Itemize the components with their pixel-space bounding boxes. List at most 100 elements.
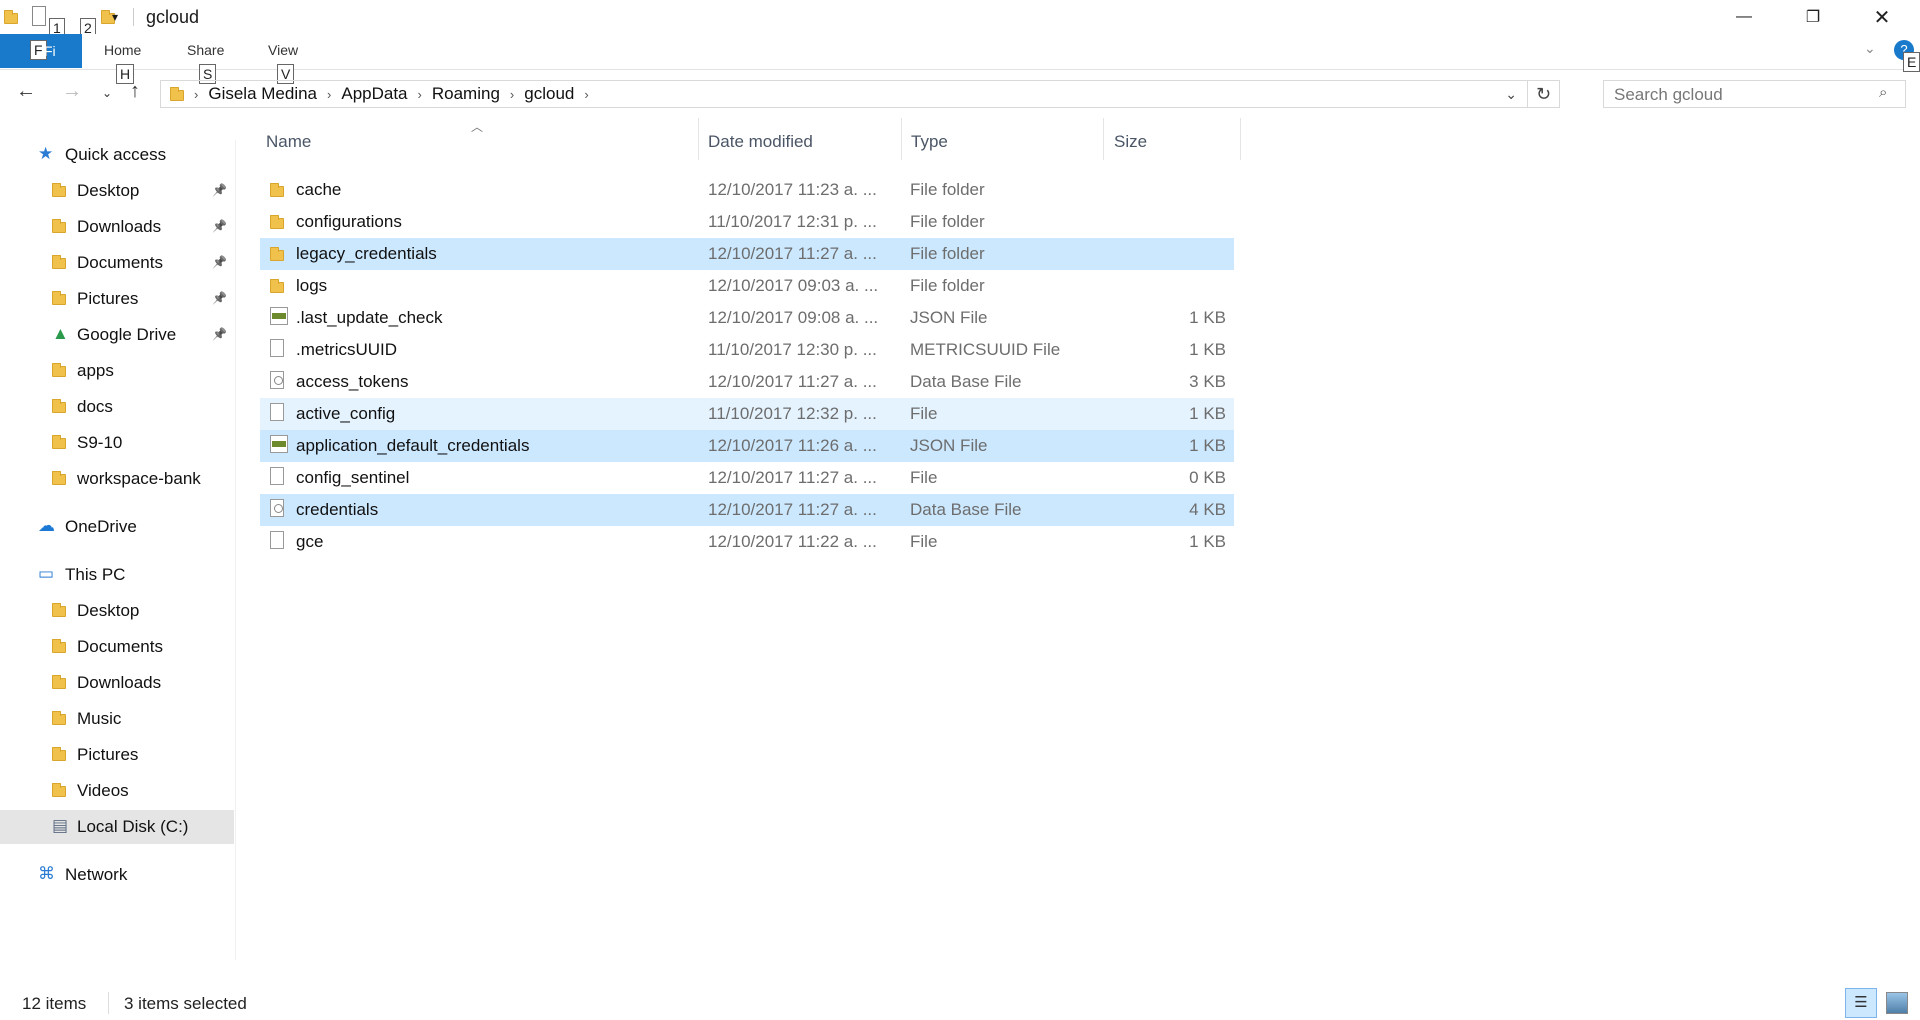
file-row[interactable]: credentials 12/10/2017 11:27 a. ... Data B… xyxy=(260,494,1234,526)
sidebar-item[interactable]: apps xyxy=(0,354,234,388)
column-divider[interactable] xyxy=(901,118,902,160)
tab-view[interactable]: View xyxy=(268,42,298,58)
column-divider[interactable] xyxy=(698,118,699,160)
file-type: File xyxy=(910,404,938,423)
sidebar-item[interactable]: ⌘ Network xyxy=(0,858,234,892)
search-icon[interactable]: ⌕ xyxy=(1879,84,1887,101)
sidebar-item[interactable]: Downloads xyxy=(0,666,234,700)
recent-locations-icon[interactable]: ⌄ xyxy=(102,86,112,100)
column-header-type[interactable]: Type xyxy=(911,132,948,152)
breadcrumb-roaming[interactable]: Roaming xyxy=(432,84,500,104)
file-row[interactable]: gce 12/10/2017 11:22 a. ... File 1 KB xyxy=(260,526,1234,558)
file-row[interactable]: application_default_credentials 12/10/201… xyxy=(260,430,1234,462)
back-arrow-icon[interactable]: ← xyxy=(16,80,36,103)
navigation-pane: ★ Quick access Desktop 📌 Downloads 📌 Documents… xyxy=(0,140,236,960)
sidebar-item-label: Downloads xyxy=(77,673,162,692)
sidebar-item[interactable]: Music xyxy=(0,702,234,736)
file-icon xyxy=(270,531,284,554)
file-type: Data Base File xyxy=(910,372,1022,391)
sidebar-item-label: apps xyxy=(77,361,114,380)
address-dropdown-icon[interactable]: ⌄ xyxy=(1505,86,1517,103)
status-bar: 12 items 3 items selected ☰ xyxy=(0,986,1920,1020)
forward-arrow-icon[interactable]: → xyxy=(62,80,82,103)
sidebar-item-label: Desktop xyxy=(77,601,140,620)
file-row[interactable]: .last_update_check 12/10/2017 09:08 a. ..… xyxy=(260,302,1234,334)
breadcrumb-gcloud[interactable]: gcloud xyxy=(524,84,574,104)
tab-home[interactable]: Home xyxy=(104,42,141,58)
sidebar-item-label: workspace-bank xyxy=(77,469,201,488)
breadcrumb-chevron-icon[interactable]: › xyxy=(327,87,331,102)
sidebar-item[interactable]: Desktop xyxy=(0,594,234,628)
sidebar-item[interactable]: ☁ OneDrive xyxy=(0,510,234,544)
status-divider xyxy=(108,992,109,1014)
close-button[interactable]: ✕ xyxy=(1853,0,1911,34)
sidebar-item[interactable]: ▲ Google Drive 📌 xyxy=(0,318,234,352)
sidebar-item[interactable]: Documents 📌 xyxy=(0,246,234,280)
drive-icon: ▤ xyxy=(52,816,69,835)
sidebar-item[interactable]: docs xyxy=(0,390,234,424)
file-row[interactable]: logs 12/10/2017 09:03 a. ... File folder xyxy=(260,270,1234,302)
item-count: 12 items xyxy=(22,994,87,1013)
file-type: File folder xyxy=(910,212,985,231)
search-input[interactable]: Search gcloud xyxy=(1603,80,1906,108)
file-row[interactable]: cache 12/10/2017 11:23 a. ... File folder xyxy=(260,174,1234,206)
pin-icon: 📌 xyxy=(212,291,227,305)
sidebar-item[interactable]: Videos xyxy=(0,774,234,808)
maximize-button[interactable]: ❐ xyxy=(1784,0,1842,34)
file-type: File folder xyxy=(910,180,985,199)
sidebar-item[interactable]: Documents xyxy=(0,630,234,664)
sidebar-item[interactable]: ▤ Local Disk (C:) xyxy=(0,810,234,844)
sidebar-item[interactable]: Desktop 📌 xyxy=(0,174,234,208)
column-header-size[interactable]: Size xyxy=(1114,132,1147,152)
file-row[interactable]: .metricsUUID 11/10/2017 12:30 p. ... METRI… xyxy=(260,334,1234,366)
file-date-modified: 12/10/2017 11:27 a. ... xyxy=(708,468,877,487)
breadcrumb-gisela-medina[interactable]: Gisela Medina xyxy=(208,84,317,104)
breadcrumb-appdata[interactable]: AppData xyxy=(341,84,407,104)
sidebar-item[interactable]: S9-10 xyxy=(0,426,234,460)
customize-qat-icon[interactable]: ▾ xyxy=(112,10,118,24)
sidebar-item[interactable]: Pictures 📌 xyxy=(0,282,234,316)
expand-ribbon-icon[interactable]: ⌄ xyxy=(1864,40,1876,57)
file-date-modified: 12/10/2017 11:27 a. ... xyxy=(708,500,877,519)
sidebar-item[interactable]: workspace-bank xyxy=(0,462,234,496)
column-divider[interactable] xyxy=(1240,118,1241,160)
file-date-modified: 11/10/2017 12:30 p. ... xyxy=(708,340,877,359)
details-view-icon[interactable]: ☰ xyxy=(1845,988,1877,1018)
database-file-icon xyxy=(270,499,284,522)
column-header-date-modified[interactable]: Date modified xyxy=(708,132,813,152)
folder-icon xyxy=(4,10,18,24)
column-header-name[interactable]: Name xyxy=(266,132,311,152)
sidebar-item[interactable]: Downloads 📌 xyxy=(0,210,234,244)
breadcrumb-chevron-icon[interactable]: › xyxy=(510,87,514,102)
breadcrumb-chevron-icon[interactable]: › xyxy=(418,87,422,102)
sort-ascending-icon: ︿ xyxy=(471,120,484,134)
column-divider[interactable] xyxy=(1103,118,1104,160)
file-type: JSON File xyxy=(910,436,988,455)
google-drive-icon: ▲ xyxy=(52,324,69,343)
file-row[interactable]: config_sentinel 12/10/2017 11:27 a. ... Fi… xyxy=(260,462,1234,494)
properties-icon[interactable] xyxy=(32,6,46,26)
file-row[interactable]: active_config 11/10/2017 12:32 p. ... File… xyxy=(260,398,1234,430)
file-row[interactable]: access_tokens 12/10/2017 11:27 a. ... Data… xyxy=(260,366,1234,398)
file-date-modified: 12/10/2017 11:27 a. ... xyxy=(708,244,877,263)
file-date-modified: 11/10/2017 12:31 p. ... xyxy=(708,212,877,231)
minimize-button[interactable]: — xyxy=(1715,0,1773,34)
sidebar-item[interactable]: ★ Quick access xyxy=(0,138,234,172)
sidebar-item[interactable]: ▭ This PC xyxy=(0,558,234,592)
file-size: 3 KB xyxy=(1189,372,1226,391)
large-icons-view-icon[interactable] xyxy=(1886,992,1908,1014)
breadcrumb-chevron-icon[interactable]: › xyxy=(194,87,198,102)
file-size: 4 KB xyxy=(1189,500,1226,519)
refresh-icon[interactable]: ↻ xyxy=(1527,81,1559,107)
file-size: 1 KB xyxy=(1189,308,1226,327)
file-row[interactable]: configurations 11/10/2017 12:31 p. ... Fil… xyxy=(260,206,1234,238)
tab-share[interactable]: Share xyxy=(187,42,224,58)
file-date-modified: 12/10/2017 11:22 a. ... xyxy=(708,532,877,551)
breadcrumb-chevron-icon[interactable]: › xyxy=(584,87,588,102)
address-bar[interactable]: › Gisela Medina › AppData › Roaming › gc… xyxy=(160,80,1560,108)
file-name: configurations xyxy=(296,212,402,231)
file-tab[interactable]: F Fi xyxy=(0,34,82,68)
up-arrow-icon[interactable]: ↑ xyxy=(130,80,140,103)
file-row[interactable]: legacy_credentials 12/10/2017 11:27 a. ..… xyxy=(260,238,1234,270)
sidebar-item[interactable]: Pictures xyxy=(0,738,234,772)
